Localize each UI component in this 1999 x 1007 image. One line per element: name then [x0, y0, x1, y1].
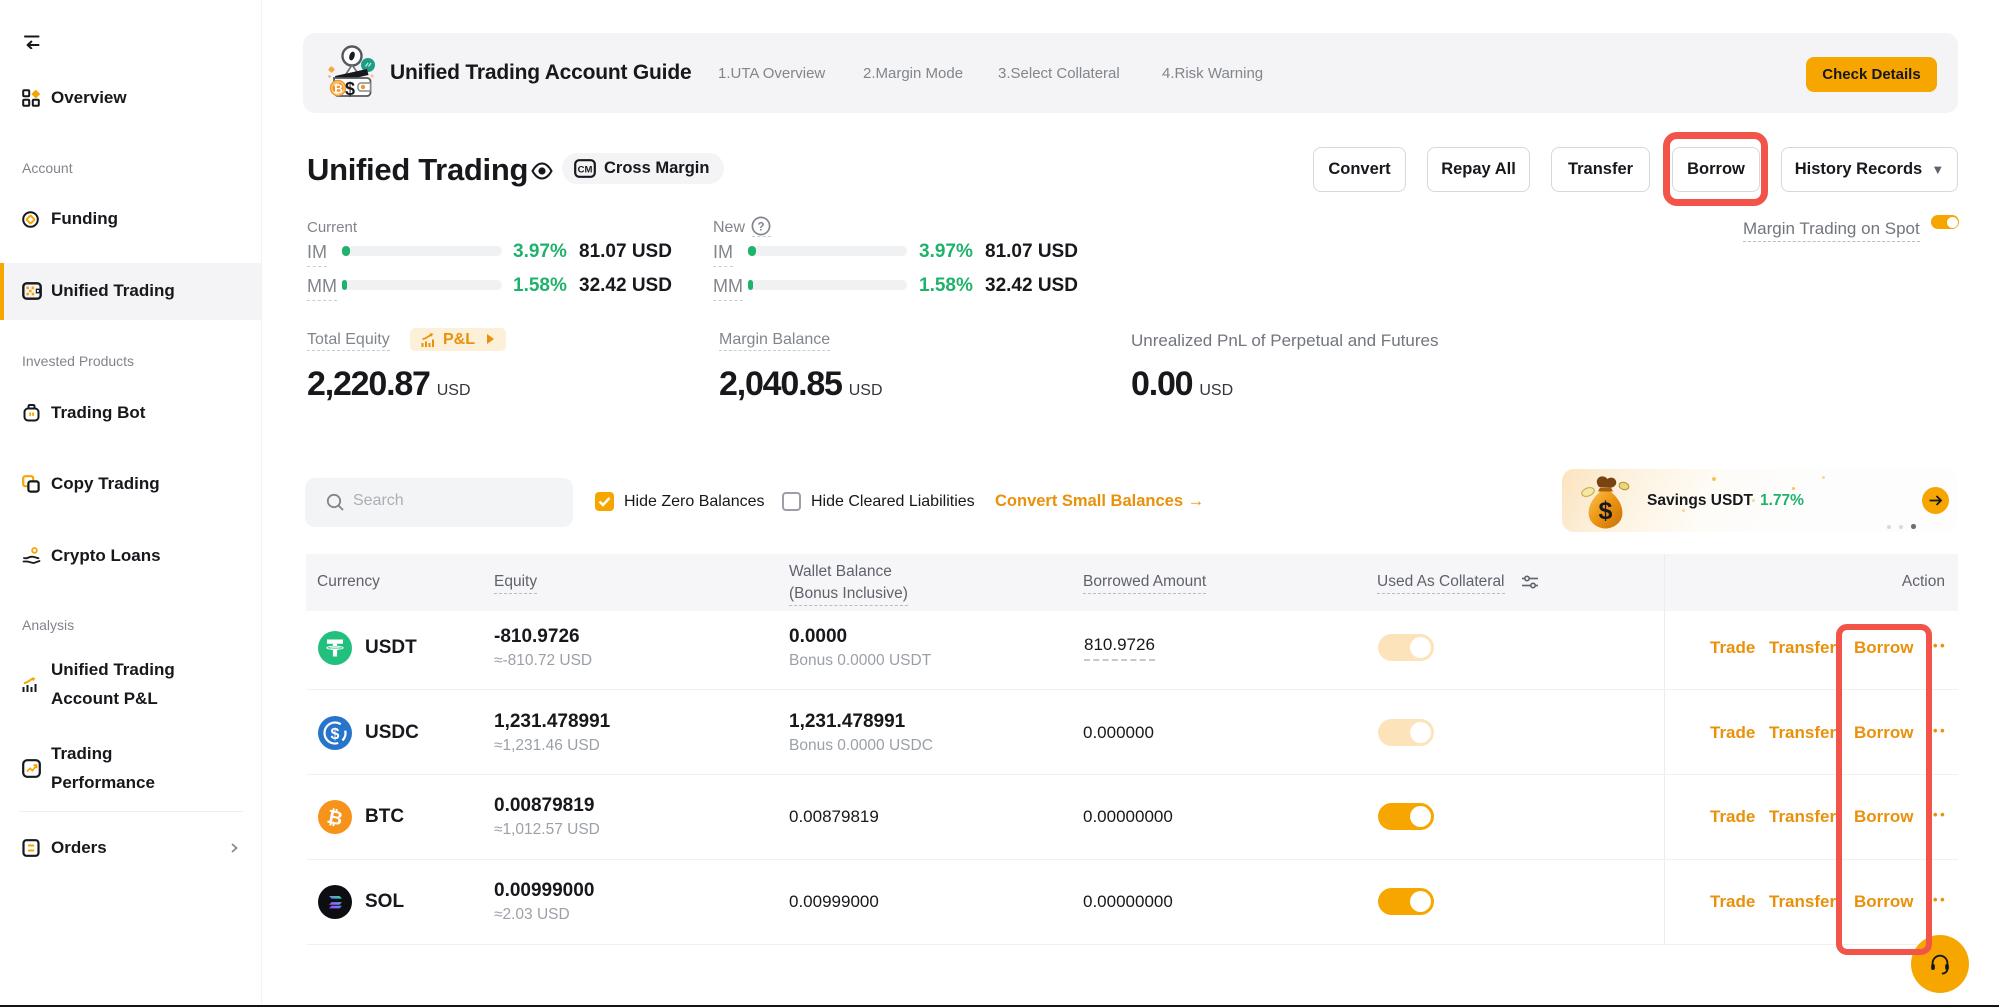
svg-text:₿: ₿ [333, 82, 343, 96]
svg-text:$: $ [345, 79, 355, 99]
svg-text:CM: CM [578, 164, 593, 175]
svg-text:$: $ [1599, 497, 1613, 525]
svg-text:$: $ [331, 726, 340, 743]
svg-text:?: ? [757, 221, 764, 233]
